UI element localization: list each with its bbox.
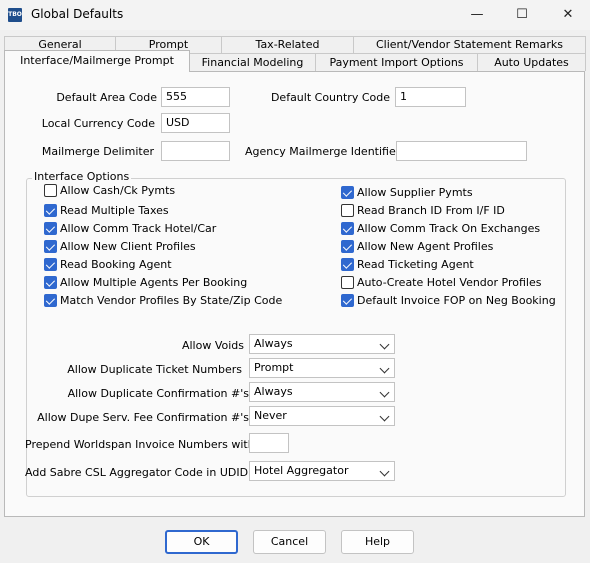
checkbox-label: Read Booking Agent [60,258,172,271]
checkbox-box[interactable] [341,240,354,253]
mailmerge-delimiter-label: Mailmerge Delimiter [41,145,154,158]
checkbox-label: Allow Multiple Agents Per Booking [60,276,248,289]
checkbox-label: Allow Comm Track On Exchanges [357,222,541,235]
checkbox-box[interactable] [341,276,354,289]
checkbox-box[interactable] [44,240,57,253]
checkbox-box[interactable] [341,222,354,235]
ok-button[interactable]: OK [165,530,238,554]
select-value: Prompt [254,361,294,374]
prepend-worldspan-label: Prepend Worldspan Invoice Numbers with [25,438,255,451]
default-area-code-input[interactable]: 555 [161,87,230,107]
add-sabre-csl-label: Add Sabre CSL Aggregator Code in UDID [25,466,249,479]
checkbox-label: Read Ticketing Agent [357,258,474,271]
allow-duplicate-confirmation-select[interactable]: Always [249,382,395,402]
tab-strip: General Prompt Tax-Related Client/Vendor… [4,33,586,73]
checkbox-box[interactable] [44,184,57,197]
allow-dupe-serv-fee-confirmation-select[interactable]: Never [249,406,395,426]
chevron-down-icon [379,339,390,350]
checkbox-label: Allow Comm Track Hotel/Car [60,222,217,235]
mailmerge-delimiter-input[interactable] [161,141,230,161]
local-currency-code-input[interactable]: USD [161,113,230,133]
cancel-button[interactable]: Cancel [253,530,326,554]
checkbox-box[interactable] [44,258,57,271]
chevron-down-icon [379,363,390,374]
checkbox-box[interactable] [44,294,57,307]
default-area-code-label: Default Area Code [56,91,157,104]
tab-payment-import-options[interactable]: Payment Import Options [315,53,478,71]
close-button[interactable]: ✕ [545,0,590,30]
allow-voids-select[interactable]: Always [249,334,395,354]
checkbox-box[interactable] [341,294,354,307]
title-bar: TBO Global Defaults — ☐ ✕ [0,0,590,30]
checkbox-label: Allow Supplier Pymts [357,186,473,199]
tab-interface-mailmerge-prompt[interactable]: Interface/Mailmerge Prompt [4,50,190,72]
allow-voids-label: Allow Voids [181,339,244,352]
select-value: Never [254,409,287,422]
minimize-button[interactable]: — [454,0,500,30]
allow-duplicate-ticket-numbers-label: Allow Duplicate Ticket Numbers [67,363,242,376]
window-title: Global Defaults [31,7,124,21]
checkbox-label: Read Multiple Taxes [60,204,169,217]
allow-duplicate-confirmation-label: Allow Duplicate Confirmation #'s [67,387,249,400]
allow-dupe-serv-fee-confirmation-label: Allow Dupe Serv. Fee Confirmation #'s [37,411,249,424]
checkbox-box[interactable] [341,204,354,217]
default-country-code-input[interactable]: 1 [395,87,466,107]
prepend-worldspan-input[interactable] [249,433,289,453]
tab-auto-updates[interactable]: Auto Updates [477,53,586,71]
checkbox-label: Match Vendor Profiles By State/Zip Code [60,294,283,307]
checkbox-box[interactable] [44,222,57,235]
select-value: Always [254,385,293,398]
checkbox-label: Allow New Agent Profiles [357,240,494,253]
agency-mailmerge-identifier-label: Agency Mailmerge Identifier [245,145,401,158]
interface-options-title: Interface Options [32,170,132,183]
checkbox-label: Read Branch ID From I/F ID [357,204,505,217]
tab-client-vendor-statement-remarks[interactable]: Client/Vendor Statement Remarks [353,36,586,53]
maximize-button[interactable]: ☐ [499,0,545,30]
checkbox-label: Allow Cash/Ck Pymts [60,184,176,197]
agency-mailmerge-identifier-input[interactable] [396,141,527,161]
chevron-down-icon [379,387,390,398]
tab-tax-related[interactable]: Tax-Related [221,36,354,53]
app-icon: TBO [8,8,22,22]
checkbox-box[interactable] [341,186,354,199]
checkbox-label: Auto-Create Hotel Vendor Profiles [357,276,542,289]
checkbox-label: Default Invoice FOP on Neg Booking [357,294,556,307]
tab-page: Default Area Code 555 Default Country Co… [4,71,585,517]
allow-duplicate-ticket-numbers-select[interactable]: Prompt [249,358,395,378]
default-country-code-label: Default Country Code [270,91,390,104]
add-sabre-csl-select[interactable]: Hotel Aggregator [249,461,395,481]
local-currency-code-label: Local Currency Code [41,117,155,130]
select-value: Always [254,337,293,350]
checkbox-box[interactable] [44,276,57,289]
checkbox-label: Allow New Client Profiles [60,240,196,253]
checkbox-box[interactable] [44,204,57,217]
chevron-down-icon [379,466,390,477]
tab-financial-modeling[interactable]: Financial Modeling [189,53,316,71]
chevron-down-icon [379,411,390,422]
select-value: Hotel Aggregator [254,464,349,477]
help-button[interactable]: Help [341,530,414,554]
checkbox-box[interactable] [341,258,354,271]
